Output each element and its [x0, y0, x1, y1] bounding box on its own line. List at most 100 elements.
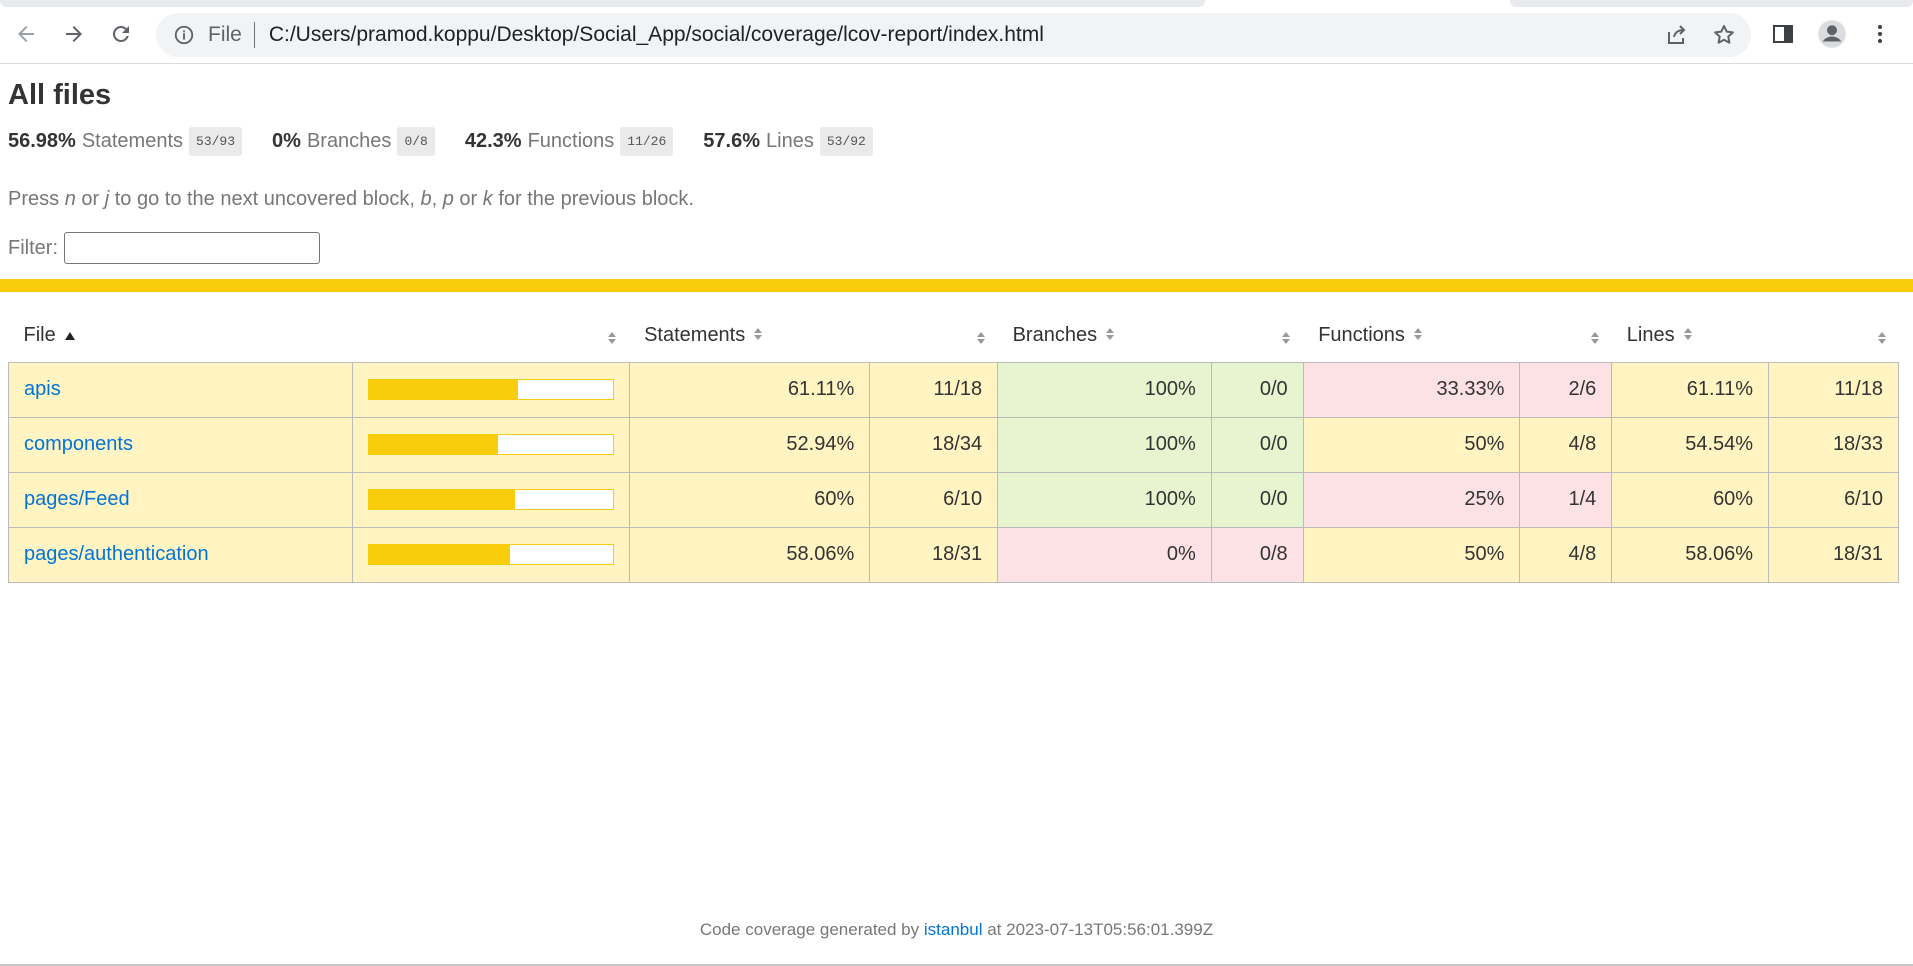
statements-pct-cell: 58.06% — [628, 526, 871, 583]
file-link[interactable]: components — [24, 433, 133, 455]
sort-icon — [753, 324, 763, 347]
profile-button[interactable] — [1814, 16, 1850, 52]
branches-pct-cell: 100% — [997, 416, 1212, 473]
summary-label: Branches — [306, 130, 392, 152]
url-scheme-label: File — [208, 23, 242, 46]
sort-icon — [607, 328, 617, 351]
summary-branches: 0% Branches 0/8 — [272, 127, 435, 156]
statements-pct-cell: 60% — [628, 471, 871, 528]
functions-pct-cell: 33.33% — [1302, 361, 1521, 418]
footer-prefix: Code coverage generated by — [699, 920, 924, 939]
sort-icon — [1683, 324, 1693, 347]
lines-pct-cell: 58.06% — [1611, 526, 1770, 583]
header-branches[interactable]: Branches — [998, 310, 1212, 362]
file-cell: components — [8, 416, 353, 473]
filter-input[interactable] — [64, 232, 320, 264]
header-statements-raw[interactable] — [870, 310, 998, 362]
profile-icon — [1818, 20, 1846, 48]
header-statements[interactable]: Statements — [629, 310, 870, 362]
tab-strip — [0, 0, 1913, 8]
sort-icon — [1281, 328, 1291, 351]
summary-pct: 0% — [272, 130, 301, 152]
star-icon[interactable] — [1707, 19, 1741, 51]
summary-fraction: 53/93 — [189, 127, 243, 156]
footer: Code coverage generated by istanbul at 2… — [0, 920, 1913, 940]
keyboard-hint: Press n or j to go to the next uncovered… — [8, 188, 694, 210]
statements-fraction-cell: 6/10 — [869, 471, 999, 528]
status-band — [0, 279, 1913, 292]
functions-pct-cell: 25% — [1302, 471, 1521, 528]
coverage-table-body: apis 61.11% 11/18 100% 0/0 33.33% 2/6 61.11% 11/… — [8, 361, 1899, 583]
branches-fraction-cell: 0/0 — [1210, 416, 1304, 473]
table-row: pages/Feed 60% 6/10 100% 0/0 25% 1/4 60% 6/10 — [8, 471, 1899, 528]
statements-fraction-cell: 18/31 — [869, 526, 999, 583]
info-icon[interactable] — [170, 21, 198, 49]
tab-strip-shade — [0, 0, 1205, 7]
header-lines-raw[interactable] — [1769, 310, 1899, 362]
page-content: All files 56.98% Statements 53/93 0% Bra… — [0, 65, 1913, 966]
lines-fraction-cell: 18/31 — [1768, 526, 1899, 583]
coverage-bar-cell — [351, 471, 630, 528]
header-functions-raw[interactable] — [1520, 310, 1612, 362]
file-link[interactable]: apis — [24, 378, 61, 400]
branches-pct-cell: 100% — [997, 471, 1212, 528]
filter-group: Filter: — [8, 232, 320, 264]
menu-button[interactable] — [1862, 16, 1898, 52]
coverage-bar-fill — [368, 545, 511, 564]
coverage-bar-fill — [368, 490, 515, 509]
file-cell: pages/Feed — [8, 471, 353, 528]
forward-button[interactable] — [56, 16, 92, 52]
summary-fraction: 11/26 — [620, 127, 674, 156]
lines-pct-cell: 54.54% — [1611, 416, 1770, 473]
summary-fraction: 0/8 — [397, 127, 435, 156]
sort-icon — [1590, 328, 1600, 351]
sort-ascending-icon — [64, 324, 76, 347]
branches-fraction-cell: 0/0 — [1210, 361, 1304, 418]
reload-icon — [112, 25, 129, 42]
statements-fraction-cell: 18/34 — [869, 416, 999, 473]
branches-pct-cell: 100% — [997, 361, 1212, 418]
istanbul-link[interactable]: istanbul — [924, 920, 983, 939]
coverage-table: File Statements Branches Functions Lines… — [8, 310, 1899, 583]
file-cell: apis — [8, 361, 353, 418]
back-button[interactable] — [8, 16, 44, 52]
file-cell: pages/authentication — [8, 526, 353, 583]
back-arrow-icon — [18, 26, 34, 42]
browser-toolbar: File C:/Users/pramod.koppu/Desktop/Socia… — [0, 0, 1913, 64]
footer-suffix: at 2023-07-13T05:56:01.399Z — [982, 920, 1214, 939]
address-bar[interactable]: File C:/Users/pramod.koppu/Desktop/Socia… — [156, 13, 1751, 57]
header-file-bar[interactable] — [352, 310, 629, 362]
reload-button[interactable] — [103, 16, 139, 52]
page-title: All files — [8, 79, 112, 111]
table-row: components 52.94% 18/34 100% 0/0 50% 4/8 54.54%… — [8, 416, 1899, 473]
sort-icon — [1105, 324, 1115, 347]
lines-fraction-cell: 6/10 — [1768, 471, 1899, 528]
coverage-bar-cell — [351, 526, 630, 583]
share-icon[interactable] — [1659, 19, 1693, 51]
side-panel-button[interactable] — [1765, 16, 1801, 52]
summary-fraction: 53/92 — [819, 127, 873, 156]
summary-label: Statements — [81, 130, 184, 152]
header-file[interactable]: File — [9, 310, 353, 362]
coverage-bar-fill — [368, 435, 498, 454]
functions-fraction-cell: 2/6 — [1519, 361, 1613, 418]
tab-strip-shade-right — [1510, 0, 1913, 7]
summary-statements: 56.98% Statements 53/93 — [8, 127, 243, 156]
file-link[interactable]: pages/Feed — [24, 488, 130, 510]
forward-arrow-icon — [66, 26, 82, 42]
branches-pct-cell: 0% — [997, 526, 1212, 583]
header-branches-raw[interactable] — [1211, 310, 1303, 362]
header-lines[interactable]: Lines — [1612, 310, 1769, 362]
statements-pct-cell: 61.11% — [628, 361, 871, 418]
functions-pct-cell: 50% — [1302, 526, 1521, 583]
summary-pct: 57.6% — [703, 130, 761, 152]
header-functions[interactable]: Functions — [1303, 310, 1520, 362]
sort-icon — [976, 328, 986, 351]
url-text[interactable]: C:/Users/pramod.koppu/Desktop/Social_App… — [269, 23, 1044, 47]
file-link[interactable]: pages/authentication — [24, 543, 209, 565]
coverage-bar — [367, 489, 614, 510]
coverage-bar — [367, 379, 614, 400]
lines-pct-cell: 61.11% — [1611, 361, 1770, 418]
statements-pct-cell: 52.94% — [628, 416, 871, 473]
lines-pct-cell: 60% — [1611, 471, 1770, 528]
